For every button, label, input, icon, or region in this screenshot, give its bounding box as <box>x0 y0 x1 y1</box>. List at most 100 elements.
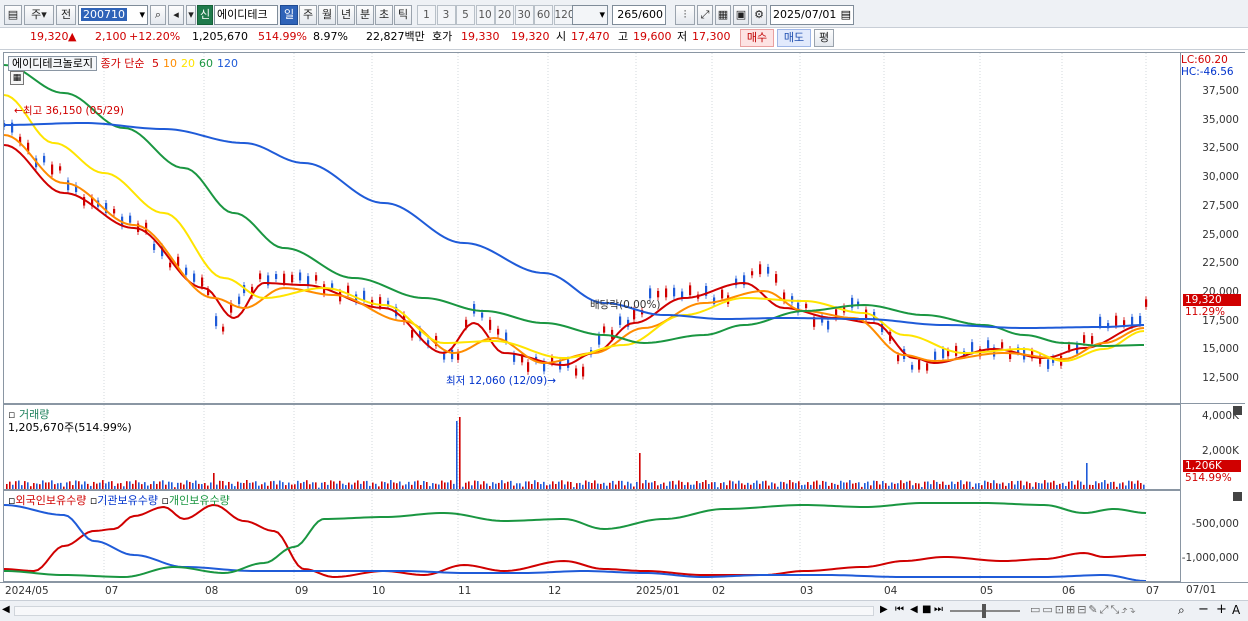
speaker-icon[interactable]: ◂ <box>168 5 184 25</box>
max-price-annotation: ←최고 36,150 (05/29) <box>14 105 124 117</box>
close-pane-icon[interactable] <box>1233 492 1242 501</box>
period-button[interactable]: 1 <box>417 5 436 25</box>
volume-bar <box>159 481 161 489</box>
interval-select[interactable]: ▾ <box>572 5 608 25</box>
change-value: 2,100 <box>95 30 127 43</box>
institution-holdings-line <box>4 504 1147 581</box>
draw-tool-icon[interactable]: ⤢ <box>697 5 713 25</box>
save-icon[interactable]: ▣ <box>733 5 749 25</box>
chevron-down-icon[interactable]: ▾ <box>139 6 145 24</box>
more-icon[interactable]: ▾ <box>186 5 196 25</box>
period-unit-select[interactable]: 주▾ <box>24 5 54 25</box>
tab-period[interactable]: 년 <box>337 5 355 25</box>
change-percent: +12.20% <box>129 30 181 43</box>
stock-name-tab[interactable]: 에이디테크놀로지 <box>8 56 97 71</box>
volume-bar <box>738 480 740 489</box>
zoom-slider-handle[interactable] <box>982 604 986 618</box>
tab-period[interactable]: 초 <box>375 5 393 25</box>
candle-type-icon[interactable]: ⫶ <box>675 5 695 25</box>
tab-period[interactable]: 주 <box>299 5 317 25</box>
volume-bar <box>423 480 425 489</box>
volume-bar <box>543 481 545 489</box>
period-button[interactable]: 120 <box>553 5 575 25</box>
ma-legend-120: 120 <box>216 57 238 70</box>
font-size-icon[interactable]: A <box>1232 603 1240 617</box>
volume-bar <box>99 482 101 489</box>
zoom-out-icon[interactable]: − <box>1198 602 1209 617</box>
period-button[interactable]: 30 <box>514 5 534 25</box>
tab-period[interactable]: 틱 <box>394 5 412 25</box>
volume-bar <box>33 483 35 489</box>
institution-legend: 기관보유수량 <box>97 494 159 507</box>
period-button[interactable]: 3 <box>436 5 456 25</box>
average-button[interactable]: 평 <box>814 29 834 47</box>
volume-bar <box>363 481 365 489</box>
holdings-pane[interactable]: ▫외국인보유수량 ▫기관보유수량 ▫개인보유수량 <box>3 490 1181 582</box>
volume-bar <box>339 480 341 489</box>
volume-bar <box>753 482 755 489</box>
window-menu-icon[interactable]: ▤ <box>4 5 22 25</box>
volume-bar <box>873 480 875 489</box>
prev-icon[interactable]: ◀ <box>910 604 918 615</box>
volume-bar <box>9 481 11 489</box>
lc-label: LC:60.20 <box>1181 54 1228 66</box>
volume-bar <box>468 481 470 489</box>
tab-period[interactable]: 분 <box>356 5 374 25</box>
ma-legend-60: 60 <box>198 57 213 70</box>
table-view-icon[interactable]: ▦ <box>10 71 24 85</box>
volume-bar <box>102 480 104 489</box>
x-axis-label: 11 <box>458 585 472 597</box>
first-icon[interactable]: ⏮ <box>895 604 904 615</box>
volume-bar <box>816 480 818 489</box>
scroll-left-icon[interactable]: ◀ <box>2 604 10 615</box>
volume-bar <box>447 482 449 489</box>
tab-period[interactable]: 일 <box>280 5 298 25</box>
sell-button[interactable]: 매도 <box>777 29 811 47</box>
price-tick: 30,000 <box>1202 171 1239 184</box>
scroll-right-icon[interactable]: ▶ <box>880 604 888 615</box>
period-button[interactable]: 5 <box>456 5 475 25</box>
calendar-icon[interactable]: ▤ <box>841 6 851 24</box>
ma-120-line <box>4 121 1145 330</box>
volume-pane[interactable]: ▫ 거래량 1,205,670주(514.99%) <box>3 404 1181 490</box>
date-input[interactable]: 2025/07/01 ▤ <box>770 5 854 25</box>
volume-bar <box>843 482 845 489</box>
prev-button[interactable]: 전 <box>56 5 76 25</box>
volume-bar <box>51 480 53 489</box>
volume-bar <box>957 481 959 489</box>
period-button[interactable]: 10 <box>475 5 495 25</box>
search-icon[interactable]: ⌕ <box>150 5 166 25</box>
search-icon[interactable]: ⌕ <box>1178 603 1185 618</box>
horizontal-scrollbar[interactable] <box>14 606 874 616</box>
zoom-in-icon[interactable]: + <box>1216 602 1227 617</box>
tool-icons[interactable]: ▭▭⊡⊞⊟✎⤢⤡⤴⤵ <box>1030 603 1138 617</box>
stock-name-field[interactable]: 에이디테크 <box>214 5 278 25</box>
tab-period[interactable]: 월 <box>318 5 336 25</box>
settings-gear-icon[interactable]: ⚙ <box>751 5 767 25</box>
next-icon[interactable]: ⏭ <box>934 604 943 615</box>
volume-bar <box>858 482 860 489</box>
buy-button[interactable]: 매수 <box>740 29 774 47</box>
x-axis-label: 08 <box>205 585 219 597</box>
volume-bar <box>390 480 392 489</box>
open-label: 시 <box>556 30 567 43</box>
volume-bar <box>765 480 767 489</box>
grid-icon[interactable]: ▦ <box>715 5 731 25</box>
period-button[interactable]: 20 <box>495 5 514 25</box>
volume-bar <box>444 482 446 489</box>
volume-bar <box>426 482 428 489</box>
volume-bar <box>732 481 734 489</box>
volume-bar <box>510 480 512 489</box>
volume-bar <box>909 480 911 489</box>
stock-code-input[interactable]: 200710 ▾ <box>78 5 148 25</box>
period-button[interactable]: 60 <box>534 5 553 25</box>
volume-bar <box>279 480 281 489</box>
volume-bar <box>729 480 731 489</box>
price-pane[interactable]: 에이디테크놀로지 종가 단순 5 10 20 60 120 ▦ ←최고 36,150 (… <box>3 52 1181 404</box>
stop-icon[interactable]: ■ <box>922 604 931 615</box>
volume-bar <box>78 481 80 489</box>
count-input[interactable]: 265/600 <box>612 5 666 25</box>
volume-bar <box>552 481 554 489</box>
volume-bar <box>927 481 929 489</box>
close-pane-icon[interactable] <box>1233 406 1242 415</box>
